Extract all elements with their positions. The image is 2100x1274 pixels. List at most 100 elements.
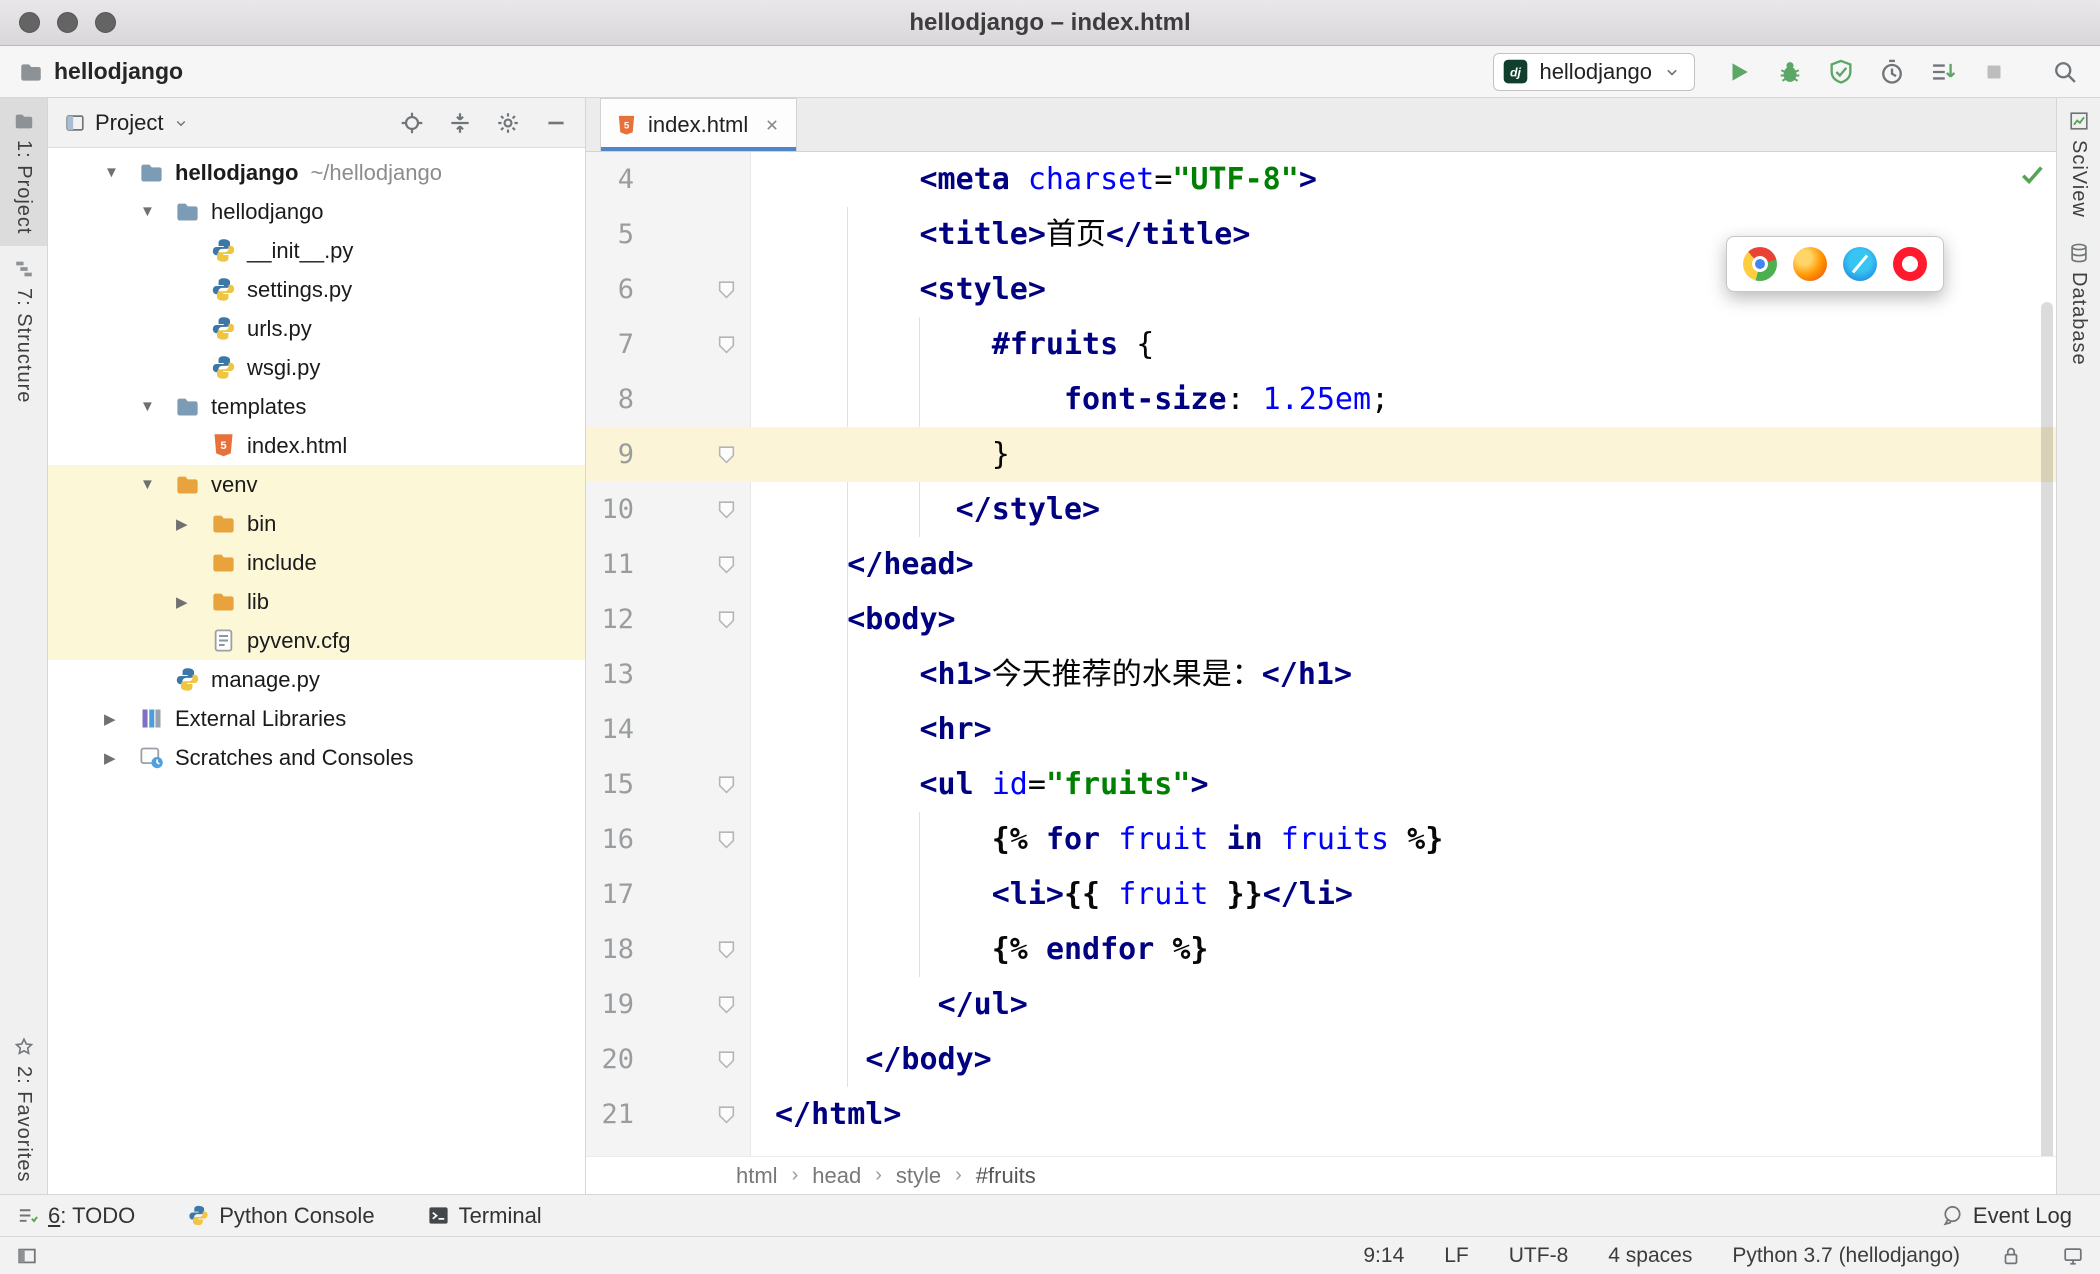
collapsed-arrow-icon[interactable]: ▶ — [170, 515, 210, 533]
close-tab-icon[interactable] — [762, 115, 782, 135]
editor-line-18[interactable]: 18 {% endfor %} — [586, 922, 2056, 977]
editor-line-7[interactable]: 7 #fruits { — [586, 317, 2056, 372]
gutter-marker-icon[interactable] — [716, 1049, 737, 1070]
close-window-button[interactable] — [19, 12, 40, 33]
collapsed-arrow-icon[interactable]: ▶ — [98, 749, 138, 767]
editor-line-13[interactable]: 13 <h1>今天推荐的水果是：</h1> — [586, 647, 2056, 702]
gutter-marker-icon[interactable] — [716, 1104, 737, 1125]
gutter-marker-icon[interactable] — [716, 939, 737, 960]
python-interpreter[interactable]: Python 3.7 (hellodjango) — [1732, 1244, 1960, 1268]
firefox-icon[interactable] — [1793, 247, 1827, 281]
hide-panel-button[interactable] — [543, 110, 569, 136]
editor-line-19[interactable]: 19 </ul> — [586, 977, 2056, 1032]
expanded-arrow-icon[interactable]: ▼ — [134, 476, 174, 493]
toolwindow-database-button[interactable]: Database — [2057, 230, 2100, 378]
zoom-window-button[interactable] — [95, 12, 116, 33]
expanded-arrow-icon[interactable]: ▼ — [98, 164, 138, 181]
breadcrumb-style[interactable]: style — [896, 1163, 941, 1189]
collapsed-arrow-icon[interactable]: ▶ — [170, 593, 210, 611]
tab-index-html[interactable]: 5 index.html — [600, 98, 798, 151]
tree-item-bin[interactable]: ▶ bin — [48, 504, 585, 543]
debug-button[interactable] — [1773, 55, 1807, 89]
editor-line-17[interactable]: 17 <li>{{ fruit }}</li> — [586, 867, 2056, 922]
project-view-selector[interactable]: Project — [95, 110, 163, 136]
inspections-ok-icon[interactable] — [2018, 160, 2046, 188]
tree-item-scratches-and-consoles[interactable]: ▶ Scratches and Consoles — [48, 738, 585, 777]
editor-line-20[interactable]: 20 </body> — [586, 1032, 2056, 1087]
editor-line-4[interactable]: 4 <meta charset="UTF-8"> — [586, 152, 2056, 207]
tree-item-manage-py[interactable]: manage.py — [48, 660, 585, 699]
caret-position[interactable]: 9:14 — [1363, 1244, 1404, 1268]
tree-item-venv[interactable]: ▼ venv — [48, 465, 585, 504]
breadcrumb-html[interactable]: html — [736, 1163, 778, 1189]
gutter-marker-icon[interactable] — [716, 499, 737, 520]
select-opened-file-button[interactable] — [399, 110, 425, 136]
toolwindow-project-button[interactable]: 1: Project — [0, 98, 47, 247]
line-separator[interactable]: LF — [1444, 1244, 1469, 1268]
tree-item-external-libraries[interactable]: ▶ External Libraries — [48, 699, 585, 738]
editor-body[interactable]: 4 <meta charset="UTF-8"> 5 <title>首页</tit… — [586, 152, 2056, 1156]
safari-icon[interactable] — [1843, 247, 1877, 281]
tree-item-urls-py[interactable]: urls.py — [48, 309, 585, 348]
toolwindow-favorites-button[interactable]: 2: Favorites — [0, 1024, 47, 1194]
breadcrumb-fruits[interactable]: #fruits — [976, 1163, 1036, 1189]
editor-line-10[interactable]: 10 </style> — [586, 482, 2056, 537]
expanded-arrow-icon[interactable]: ▼ — [134, 203, 174, 220]
editor-line-15[interactable]: 15 <ul id="fruits"> — [586, 757, 2056, 812]
toolwindow-terminal-button[interactable]: Terminal — [427, 1203, 542, 1229]
indent-style[interactable]: 4 spaces — [1608, 1244, 1692, 1268]
tree-item-index-html[interactable]: 5 index.html — [48, 426, 585, 465]
profile-button[interactable] — [1875, 55, 1909, 89]
tree-item-settings-py[interactable]: settings.py — [48, 270, 585, 309]
editor-line-8[interactable]: 8 font-size: 1.25em; — [586, 372, 2056, 427]
run-configuration-selector[interactable]: dj hellodjango — [1493, 52, 1695, 91]
gutter-marker-icon[interactable] — [716, 774, 737, 795]
editor-line-14[interactable]: 14 <hr> — [586, 702, 2056, 757]
gutter-marker-icon[interactable] — [716, 829, 737, 850]
run-button[interactable] — [1722, 55, 1756, 89]
tree-item-pyvenv-cfg[interactable]: pyvenv.cfg — [48, 621, 585, 660]
notifications-icon[interactable] — [2062, 1245, 2084, 1267]
collapsed-arrow-icon[interactable]: ▶ — [98, 710, 138, 728]
toolwindow-toggle-icon[interactable] — [16, 1245, 38, 1267]
minimize-window-button[interactable] — [57, 12, 78, 33]
stop-button[interactable] — [1977, 55, 2011, 89]
chevron-down-icon[interactable] — [172, 114, 190, 132]
editor-line-12[interactable]: 12 <body> — [586, 592, 2056, 647]
gutter-marker-icon[interactable] — [716, 994, 737, 1015]
opera-icon[interactable] — [1893, 247, 1927, 281]
tree-item-wsgi-py[interactable]: wsgi.py — [48, 348, 585, 387]
gutter-marker-icon[interactable] — [716, 444, 737, 465]
concurrency-diagram-button[interactable] — [1926, 55, 1960, 89]
line-number: 12 — [601, 604, 634, 635]
file-encoding[interactable]: UTF-8 — [1509, 1244, 1569, 1268]
toolwindow-python-console-button[interactable]: Python Console — [187, 1203, 375, 1229]
tree-item-hellodjango[interactable]: ▼ hellodjango ~/hellodjango — [48, 153, 585, 192]
tree-item-include[interactable]: include — [48, 543, 585, 582]
editor-line-9[interactable]: 9 } — [586, 427, 2056, 482]
chrome-icon[interactable] — [1743, 247, 1777, 281]
lock-icon[interactable] — [2000, 1245, 2022, 1267]
toolwindow-sciview-button[interactable]: SciView — [2057, 98, 2100, 230]
tree-item-lib[interactable]: ▶ lib — [48, 582, 585, 621]
breadcrumb-head[interactable]: head — [812, 1163, 861, 1189]
gutter-marker-icon[interactable] — [716, 554, 737, 575]
tree-item-init-py[interactable]: __init__.py — [48, 231, 585, 270]
expanded-arrow-icon[interactable]: ▼ — [134, 398, 174, 415]
tree-item-hellodjango[interactable]: ▼ hellodjango — [48, 192, 585, 231]
editor-line-11[interactable]: 11 </head> — [586, 537, 2056, 592]
search-everywhere-button[interactable] — [2048, 55, 2082, 89]
tree-item-templates[interactable]: ▼ templates — [48, 387, 585, 426]
run-with-coverage-button[interactable] — [1824, 55, 1858, 89]
gutter-marker-icon[interactable] — [716, 334, 737, 355]
editor-line-16[interactable]: 16 {% for fruit in fruits %} — [586, 812, 2056, 867]
toolwindow-structure-button[interactable]: 7: Structure — [0, 246, 47, 415]
gear-icon[interactable] — [495, 110, 521, 136]
toolwindow-todo-button[interactable]: 6: TODO — [16, 1203, 135, 1229]
collapse-all-button[interactable] — [447, 110, 473, 136]
gutter-marker-icon[interactable] — [716, 279, 737, 300]
editor-line-21[interactable]: 21 </html> — [586, 1087, 2056, 1142]
toolwindow-event-log-button[interactable]: Event Log — [1941, 1203, 2072, 1229]
gutter-marker-icon[interactable] — [716, 609, 737, 630]
editor-scrollbar[interactable] — [2041, 302, 2053, 1156]
